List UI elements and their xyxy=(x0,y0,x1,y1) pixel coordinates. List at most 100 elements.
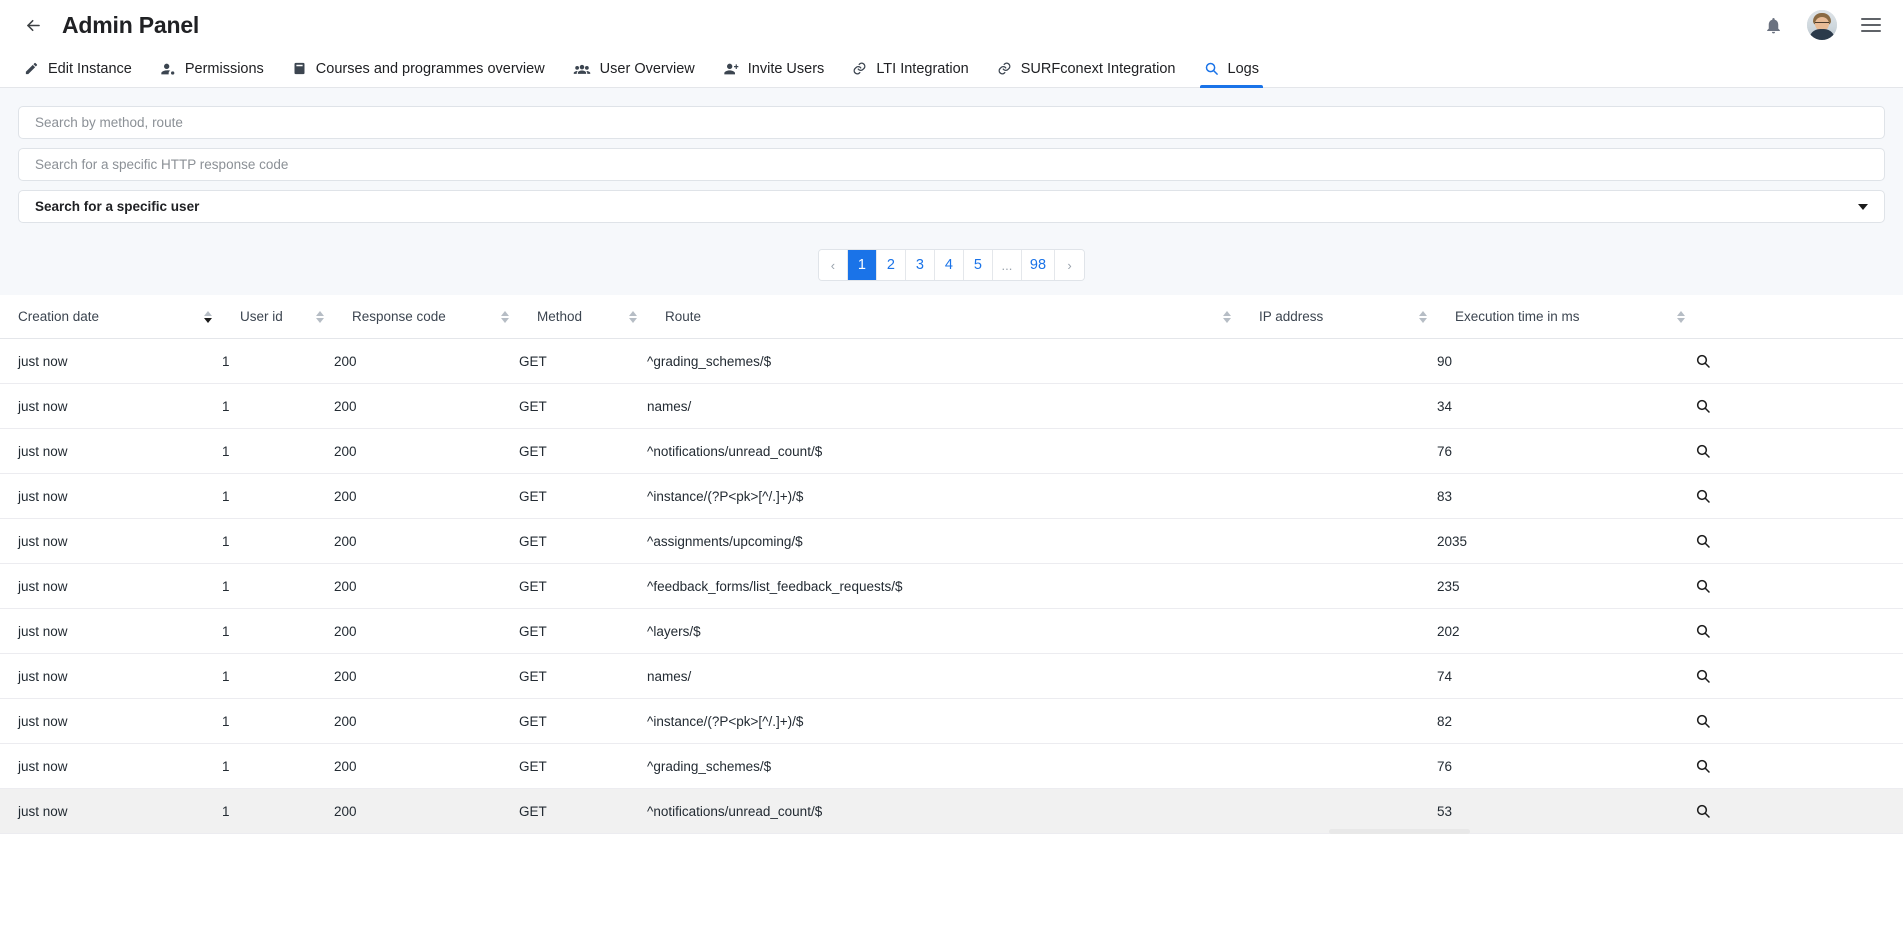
cell-actions[interactable] xyxy=(1695,518,1903,564)
tab-bar: Edit Instance Permissions Courses and pr… xyxy=(0,50,1903,88)
sort-toggle-execution-time[interactable] xyxy=(1677,310,1685,323)
tab-logs[interactable]: Logs xyxy=(1190,50,1273,88)
column-creation-date[interactable]: Creation date xyxy=(0,295,222,339)
table-row[interactable]: just now 1 200 GET ^feedback_forms/list_feed… xyxy=(0,563,1903,609)
column-execution-time[interactable]: Execution time in ms xyxy=(1437,295,1695,339)
link-icon xyxy=(852,61,867,76)
magnifier-icon[interactable] xyxy=(1695,398,1903,414)
cell-response-code: 200 xyxy=(334,563,519,609)
column-route[interactable]: Route xyxy=(647,295,1241,339)
cell-route: ^grading_schemes/$ xyxy=(647,743,1241,789)
column-label: Response code xyxy=(352,309,446,324)
back-arrow-icon[interactable] xyxy=(18,10,48,40)
cell-user-id: 1 xyxy=(222,518,334,564)
magnifier-icon[interactable] xyxy=(1695,488,1903,504)
magnifier-icon[interactable] xyxy=(1695,533,1903,549)
sort-toggle-response-code[interactable] xyxy=(501,310,509,323)
cell-actions[interactable] xyxy=(1695,743,1903,789)
table-row[interactable]: just now 1 200 GET ^grading_schemes/$ 76 xyxy=(0,743,1903,789)
tab-surfconext-integration[interactable]: SURFconext Integration xyxy=(983,50,1190,87)
cell-route: ^feedback_forms/list_feedback_requests/$ xyxy=(647,563,1241,609)
cell-method: GET xyxy=(519,518,647,564)
cell-actions[interactable] xyxy=(1695,608,1903,654)
cell-creation-date: just now xyxy=(0,563,222,609)
bell-icon[interactable] xyxy=(1764,16,1783,35)
cell-response-code: 200 xyxy=(334,338,519,384)
table-row[interactable]: just now 1 200 GET ^assignments/upcoming/$ 20… xyxy=(0,518,1903,564)
search-user-selected-value: Search for a specific user xyxy=(35,199,200,214)
tab-permissions[interactable]: Permissions xyxy=(146,50,278,87)
column-method[interactable]: Method xyxy=(519,295,647,339)
search-user-select[interactable]: Search for a specific user xyxy=(18,190,1885,223)
cell-actions[interactable] xyxy=(1695,563,1903,609)
top-header: Admin Panel xyxy=(0,0,1903,50)
sort-toggle-user-id[interactable] xyxy=(316,310,324,323)
magnifier-icon[interactable] xyxy=(1695,758,1903,774)
pagination-page-5[interactable]: 5 xyxy=(963,250,993,280)
cell-actions[interactable] xyxy=(1695,473,1903,519)
table-header: Creation date User id Response code Meth… xyxy=(0,295,1903,339)
tab-invite-users[interactable]: Invite Users xyxy=(709,50,839,87)
magnifier-icon[interactable] xyxy=(1695,353,1903,369)
cell-user-id: 1 xyxy=(222,743,334,789)
column-response-code[interactable]: Response code xyxy=(334,295,519,339)
search-method-route-input[interactable]: Search by method, route xyxy=(18,106,1885,139)
pagination-page-4[interactable]: 4 xyxy=(934,250,964,280)
cell-ip-address xyxy=(1241,518,1437,564)
sort-toggle-route[interactable] xyxy=(1223,310,1231,323)
cell-actions[interactable] xyxy=(1695,383,1903,429)
magnifier-icon[interactable] xyxy=(1695,578,1903,594)
cell-method: GET xyxy=(519,698,647,744)
tab-user-overview[interactable]: User Overview xyxy=(559,50,709,87)
search-response-code-input[interactable]: Search for a specific HTTP response code xyxy=(18,148,1885,181)
cell-creation-date: just now xyxy=(0,653,222,699)
table-row[interactable]: just now 1 200 GET ^layers/$ 202 xyxy=(0,608,1903,654)
magnifier-icon[interactable] xyxy=(1695,623,1903,639)
pagination-page-last[interactable]: 98 xyxy=(1021,250,1056,280)
table-body: just now 1 200 GET ^grading_schemes/$ 90 just … xyxy=(0,338,1903,834)
cell-creation-date: just now xyxy=(0,698,222,744)
column-user-id[interactable]: User id xyxy=(222,295,334,339)
search-response-code-placeholder: Search for a specific HTTP response code xyxy=(35,157,289,172)
cell-actions[interactable] xyxy=(1695,698,1903,744)
magnifier-icon[interactable] xyxy=(1695,443,1903,459)
table-row[interactable]: just now 1 200 GET ^notifications/unread_cou… xyxy=(0,788,1903,834)
tab-label: LTI Integration xyxy=(876,60,969,77)
column-ip-address[interactable]: IP address xyxy=(1241,295,1437,339)
tab-edit-instance[interactable]: Edit Instance xyxy=(10,50,146,87)
table-row[interactable]: just now 1 200 GET ^notifications/unread_cou… xyxy=(0,428,1903,474)
tab-label: SURFconext Integration xyxy=(1020,60,1176,77)
magnifier-icon[interactable] xyxy=(1695,803,1903,819)
sort-toggle-ip-address[interactable] xyxy=(1419,310,1427,323)
tab-lti-integration[interactable]: LTI Integration xyxy=(838,50,982,87)
pagination-next[interactable]: › xyxy=(1055,250,1085,280)
magnifier-icon[interactable] xyxy=(1695,713,1903,729)
table-row[interactable]: just now 1 200 GET names/74 xyxy=(0,653,1903,699)
cell-method: GET xyxy=(519,383,647,429)
horizontal-scrollbar[interactable] xyxy=(1329,829,1470,834)
cell-actions[interactable] xyxy=(1695,788,1903,834)
cell-user-id: 1 xyxy=(222,563,334,609)
table-row[interactable]: just now 1 200 GET names/34 xyxy=(0,383,1903,429)
avatar[interactable] xyxy=(1807,10,1837,40)
cell-creation-date: just now xyxy=(0,518,222,564)
cell-actions[interactable] xyxy=(1695,653,1903,699)
cell-response-code: 200 xyxy=(334,698,519,744)
sort-toggle-creation-date[interactable] xyxy=(204,310,212,323)
table-row[interactable]: just now 1 200 GET ^grading_schemes/$ 90 xyxy=(0,338,1903,384)
tab-courses-overview[interactable]: Courses and programmes overview xyxy=(278,50,559,87)
table-row[interactable]: just now 1 200 GET ^instance/(?P<pk>[^/.]+)/… xyxy=(0,698,1903,744)
pagination-page-3[interactable]: 3 xyxy=(905,250,935,280)
hamburger-menu-icon[interactable] xyxy=(1861,18,1881,32)
cell-execution-time: 235 xyxy=(1437,563,1695,609)
table-row[interactable]: just now 1 200 GET ^instance/(?P<pk>[^/.]+)/… xyxy=(0,473,1903,519)
pagination-page-2[interactable]: 2 xyxy=(876,250,906,280)
magnifier-icon[interactable] xyxy=(1695,668,1903,684)
pagination-prev[interactable]: ‹ xyxy=(818,250,848,280)
cell-route: names/ xyxy=(647,653,1241,699)
cell-actions[interactable] xyxy=(1695,338,1903,384)
sort-toggle-method[interactable] xyxy=(629,310,637,323)
cell-actions[interactable] xyxy=(1695,428,1903,474)
cell-method: GET xyxy=(519,653,647,699)
pagination-page-1[interactable]: 1 xyxy=(847,250,877,280)
